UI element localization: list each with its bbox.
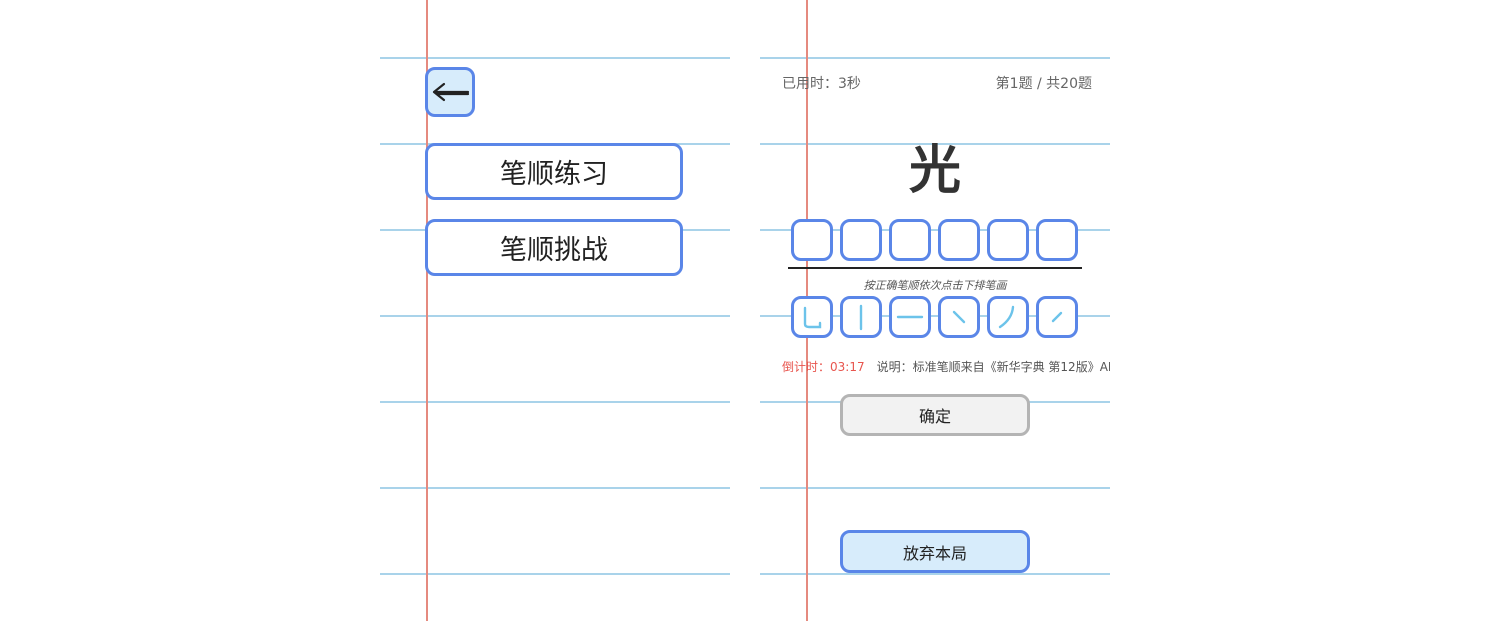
stroke-left-falling-icon [998,305,1015,329]
question-progress: 第1题 / 共20题 [995,76,1092,92]
stroke-option-vertical-hook[interactable] [791,296,833,338]
countdown-label: 倒计时： [782,360,831,374]
give-up-button[interactable]: 放弃本局 [840,530,1030,573]
target-character: 光 [908,140,961,201]
answer-slot[interactable] [938,219,980,261]
answer-slot[interactable] [791,219,833,261]
countdown: 倒计时：03:17 [782,360,865,374]
stroke-vertical-icon [859,304,863,331]
stroke-horizontal-icon [896,315,924,319]
stroke-choices [791,296,1078,338]
stroke-option-vertical[interactable] [840,296,882,338]
stroke-vertical-bend-hook-icon [803,306,822,329]
countdown-value: 03:17 [830,360,865,374]
divider [788,267,1082,269]
answer-slot[interactable] [840,219,882,261]
back-arrow-icon [432,82,470,102]
stroke-short-left-falling-icon [1051,311,1063,323]
answer-slot[interactable] [889,219,931,261]
info-row: 倒计时：03:17 说明：标准笔顺来自《新华字典 第12版》APP [782,358,1110,375]
source-note: 说明：标准笔顺来自《新华字典 第12版》APP [876,360,1110,374]
answer-slots [791,219,1078,261]
confirm-button[interactable]: 确定 [840,394,1030,436]
stroke-option-left-falling[interactable] [987,296,1029,338]
answer-slot[interactable] [987,219,1029,261]
stroke-option-short-left-falling[interactable] [1036,296,1078,338]
stroke-practice-button[interactable]: 笔顺练习 [425,143,683,200]
challenge-panel: 已用时：3秒 第1题 / 共20题 光 按正确笔顺依次点击下排笔画 倒计时：03… [760,0,1110,621]
elapsed-time: 已用时：3秒 [782,76,861,92]
stroke-option-horizontal[interactable] [889,296,931,338]
stroke-dot-icon [952,310,966,324]
stroke-option-dot[interactable] [938,296,980,338]
back-button[interactable] [425,67,475,117]
menu-panel: 笔顺练习 笔顺挑战 [380,0,730,621]
instruction-hint: 按正确笔顺依次点击下排笔画 [863,279,1007,292]
answer-slot[interactable] [1036,219,1078,261]
stroke-challenge-button[interactable]: 笔顺挑战 [425,219,683,276]
